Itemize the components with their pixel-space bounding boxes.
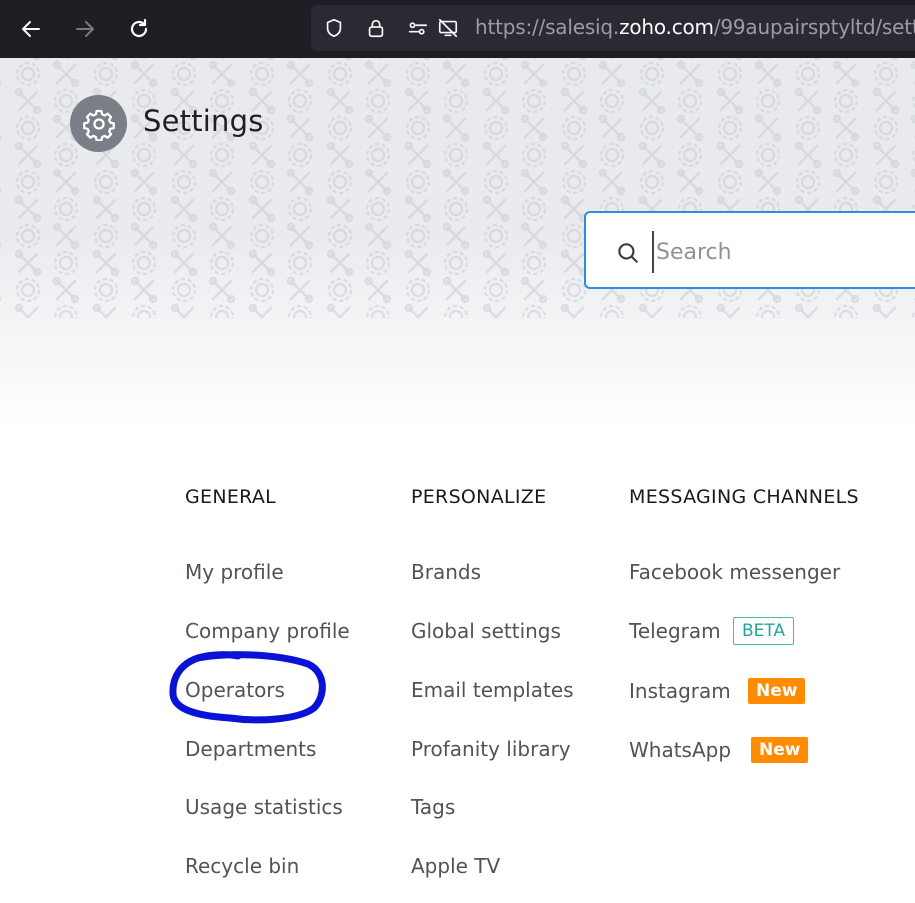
page-title: Settings [143,104,264,138]
settings-icon [70,95,127,152]
permissions-icon[interactable] [406,16,430,40]
screen-sharing-blocked-icon[interactable] [436,16,460,40]
browser-toolbar: https://salesiq.zoho.com/99aupairsptyltd… [0,0,915,58]
menu-item-facebook-messenger[interactable]: Facebook messenger [629,560,840,584]
menu-item-recycle-bin[interactable]: Recycle bin [185,854,299,878]
url-prefix: https://salesiq. [475,15,620,39]
url-host: zoho.com [619,15,714,39]
menu-item-apple-tv[interactable]: Apple TV [411,854,500,878]
new-badge-whatsapp: New [751,737,809,763]
menu-item-tags[interactable]: Tags [411,795,455,819]
url-path: /99aupairsptyltd/settings [713,15,915,39]
back-button[interactable] [12,10,50,48]
menu-item-instagram[interactable]: Instagram [629,679,731,703]
menu-item-my-profile[interactable]: My profile [185,560,284,584]
general-heading: GENERAL [185,486,277,508]
messaging-channels-heading: MESSAGING CHANNELS [629,486,859,508]
menu-item-global-settings[interactable]: Global settings [411,619,561,643]
search-box[interactable] [584,211,915,289]
menu-item-telegram[interactable]: Telegram [629,619,721,643]
forward-button[interactable] [66,10,104,48]
menu-item-departments[interactable]: Departments [185,737,316,761]
menu-item-profanity-library[interactable]: Profanity library [411,737,571,761]
settings-header: Settings [0,58,915,428]
menu-item-whatsapp[interactable]: WhatsApp [629,738,731,762]
arrow-right-icon [76,21,94,37]
new-badge-instagram: New [748,678,806,704]
personalize-heading: PERSONALIZE [411,486,547,508]
arrow-left-icon [22,21,40,37]
menu-item-operators[interactable]: Operators [185,678,285,702]
shield-icon[interactable] [322,16,346,40]
search-icon [618,243,638,263]
reload-button[interactable] [120,10,158,48]
menu-item-email-templates[interactable]: Email templates [411,678,574,702]
beta-badge: BETA [733,617,795,645]
gear-icon [82,109,115,141]
search-input[interactable] [652,231,908,273]
menu-item-brands[interactable]: Brands [411,560,481,584]
menu-item-usage-statistics[interactable]: Usage statistics [185,795,343,819]
lock-icon[interactable] [364,16,388,40]
url-text[interactable]: https://salesiq.zoho.com/99aupairsptyltd… [475,15,915,39]
address-bar[interactable]: https://salesiq.zoho.com/99aupairsptyltd… [311,5,915,51]
menu-item-company-profile[interactable]: Company profile [185,619,350,643]
reload-icon [130,18,148,38]
